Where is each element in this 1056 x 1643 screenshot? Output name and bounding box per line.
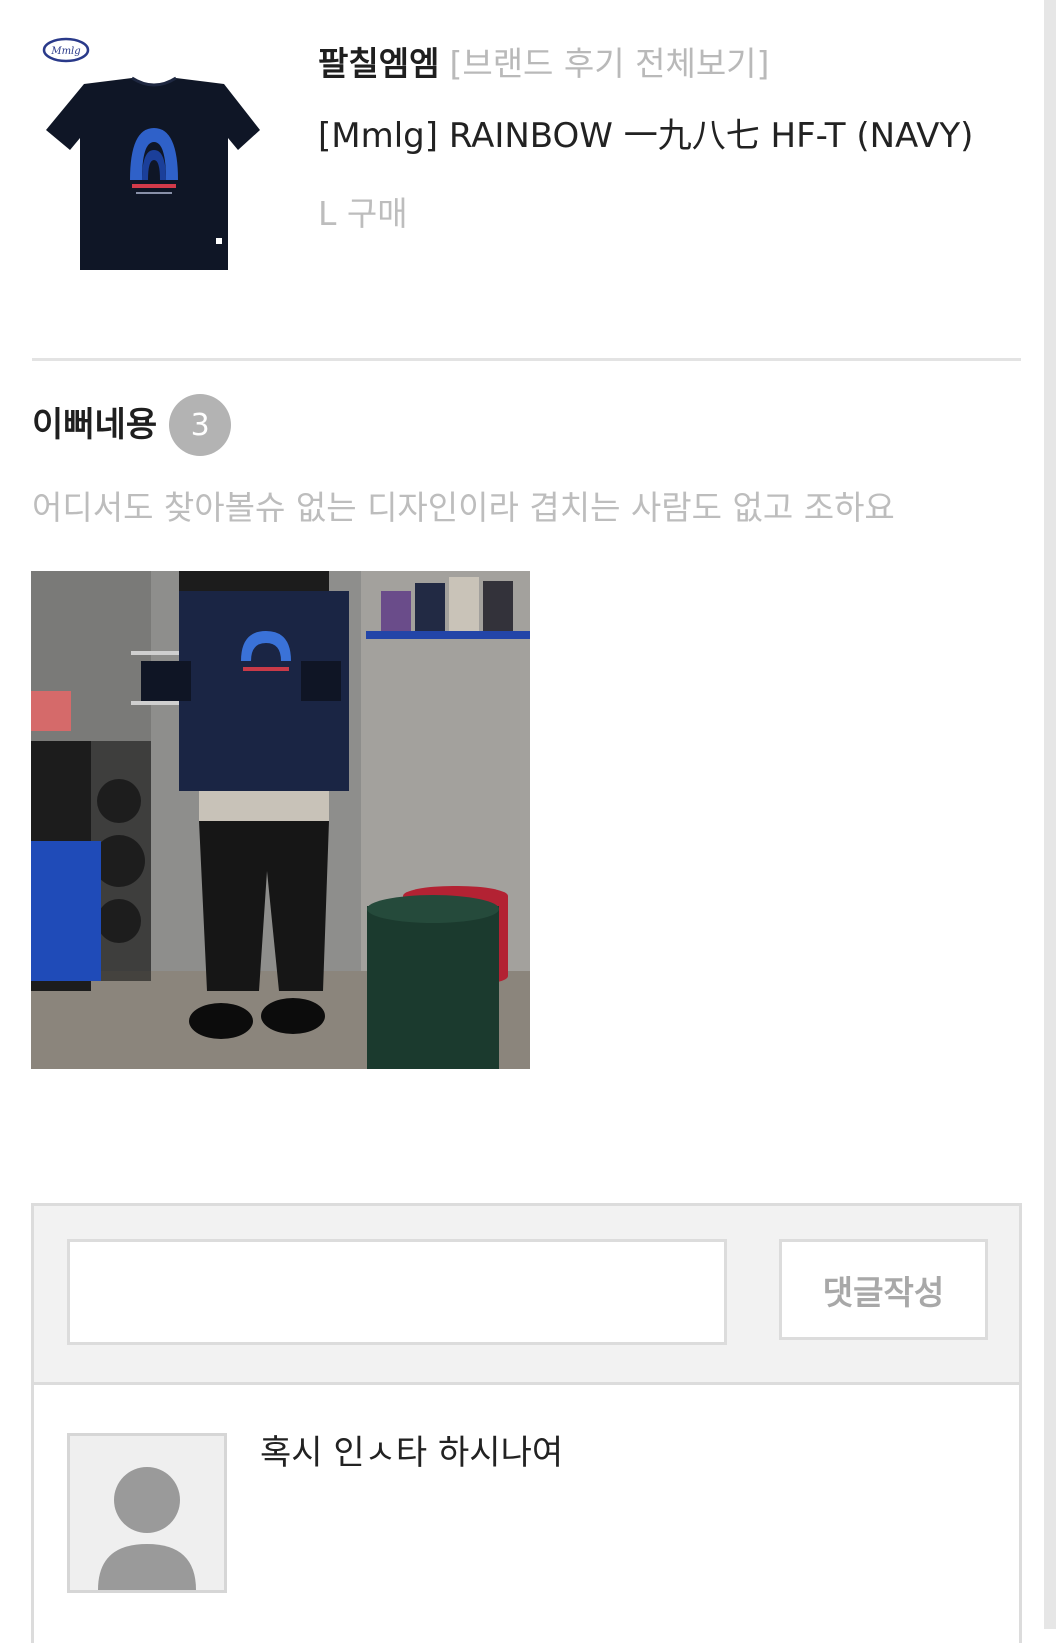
page-edge: [1044, 0, 1056, 1629]
review-title-row: 이뻐네용 3: [32, 394, 232, 456]
brand-line: 팔칠엠엠 [브랜드 후기 전체보기]: [318, 40, 769, 88]
brand-reviews-link[interactable]: [브랜드 후기 전체보기]: [449, 44, 769, 83]
purchase-option: L 구매: [318, 194, 408, 233]
comment-item: 혹시 인ㅅ타 하시나여: [34, 1385, 1019, 1643]
comment-form: 댓글작성: [34, 1206, 1019, 1385]
comment-text: 혹시 인ㅅ타 하시나여: [260, 1433, 564, 1473]
review-photo[interactable]: [31, 571, 530, 1069]
review-title: 이뻐네용: [32, 405, 158, 445]
like-count-badge[interactable]: 3: [169, 394, 232, 456]
section-divider: [32, 358, 1021, 361]
comment-section: 댓글작성 혹시 인ㅅ타 하시나여: [31, 1203, 1022, 1643]
comment-submit-button[interactable]: 댓글작성: [779, 1239, 988, 1340]
default-avatar-icon: [67, 1433, 227, 1593]
review-body: 어디서도 찾아볼슈 없는 디자인이라 겹치는 사람도 없고 조하요: [32, 488, 895, 527]
comment-input[interactable]: [67, 1239, 727, 1345]
product-thumbnail[interactable]: Mmlg: [32, 32, 276, 282]
brand-name[interactable]: 팔칠엠엠: [318, 44, 439, 83]
svg-text:Mmlg: Mmlg: [50, 46, 80, 57]
product-name[interactable]: [Mmlg] RAINBOW 一九八七 HF-T (NAVY): [318, 112, 973, 160]
